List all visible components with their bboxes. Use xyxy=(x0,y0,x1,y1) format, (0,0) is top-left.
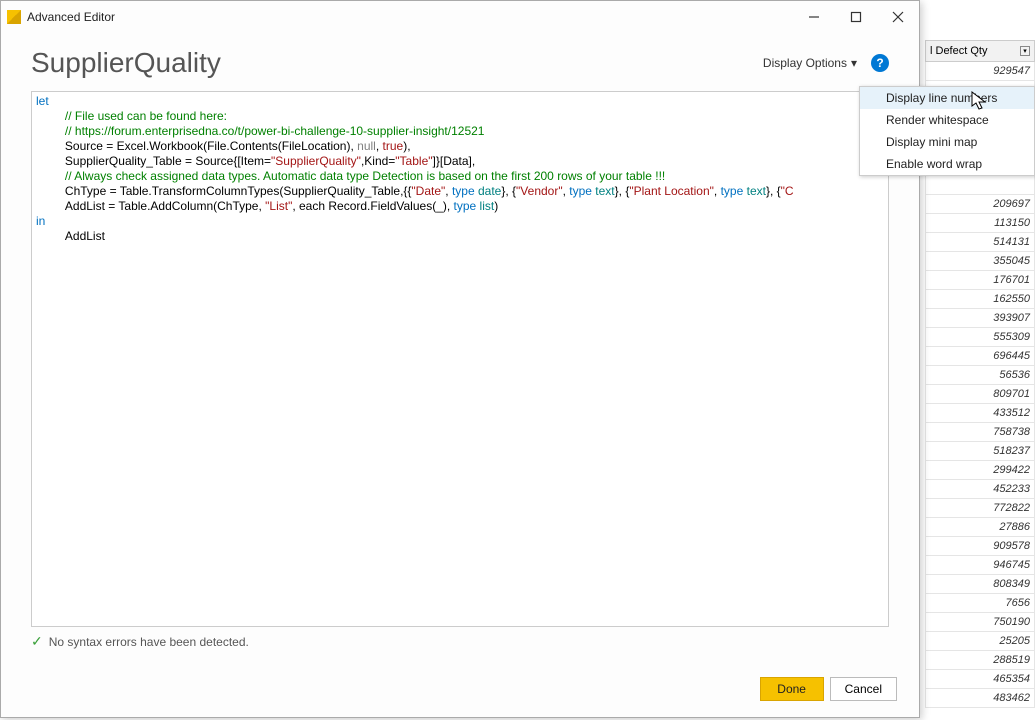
table-row[interactable]: 518237 xyxy=(925,442,1035,461)
editor-header: SupplierQuality Display Options ▾ ? xyxy=(1,33,919,85)
table-row[interactable]: 7656 xyxy=(925,594,1035,613)
table-row[interactable]: 27886 xyxy=(925,518,1035,537)
column-header-label: l Defect Qty xyxy=(930,45,987,57)
done-button[interactable]: Done xyxy=(760,677,824,701)
close-button[interactable] xyxy=(877,3,919,31)
display-options-label: Display Options xyxy=(763,56,847,70)
table-row[interactable]: 808349 xyxy=(925,575,1035,594)
table-row[interactable]: 555309 xyxy=(925,328,1035,347)
table-row[interactable]: 452233 xyxy=(925,480,1035,499)
table-row[interactable]: 483462 xyxy=(925,689,1035,708)
menu-display-mini-map[interactable]: Display mini map xyxy=(860,131,1034,153)
titlebar: Advanced Editor xyxy=(1,1,919,33)
table-row[interactable]: 514131 xyxy=(925,233,1035,252)
chevron-down-icon: ▾ xyxy=(851,56,857,70)
code-content: let // File used can be found here: // h… xyxy=(32,92,888,246)
dialog-footer: Done Cancel xyxy=(760,677,897,701)
window-title: Advanced Editor xyxy=(27,10,793,24)
table-row[interactable]: 433512 xyxy=(925,404,1035,423)
table-row[interactable]: 929547 xyxy=(925,62,1035,81)
table-row[interactable]: 56536 xyxy=(925,366,1035,385)
table-row[interactable]: 393907 xyxy=(925,309,1035,328)
menu-display-line-numbers[interactable]: Display line numbers xyxy=(860,87,1034,109)
query-name: SupplierQuality xyxy=(31,47,763,79)
table-row[interactable]: 162550 xyxy=(925,290,1035,309)
minimize-button[interactable] xyxy=(793,3,835,31)
column-header-defect-qty[interactable]: l Defect Qty ▾ xyxy=(925,40,1035,62)
table-row[interactable]: 355045 xyxy=(925,252,1035,271)
table-row[interactable]: 809701 xyxy=(925,385,1035,404)
advanced-editor-window: Advanced Editor SupplierQuality Display … xyxy=(0,0,920,718)
table-row[interactable]: 758738 xyxy=(925,423,1035,442)
code-editor[interactable]: let // File used can be found here: // h… xyxy=(31,91,889,627)
syntax-status: ✓ No syntax errors have been detected. xyxy=(31,633,889,650)
table-row[interactable]: 113150 xyxy=(925,214,1035,233)
maximize-button[interactable] xyxy=(835,3,877,31)
column-filter-icon[interactable]: ▾ xyxy=(1020,46,1030,56)
table-row[interactable]: 750190 xyxy=(925,613,1035,632)
table-row[interactable]: 25205 xyxy=(925,632,1035,651)
display-options-menu: Display line numbers Render whitespace D… xyxy=(859,86,1035,176)
status-text: No syntax errors have been detected. xyxy=(49,635,249,649)
cancel-button[interactable]: Cancel xyxy=(830,677,897,701)
table-row[interactable]: 909578 xyxy=(925,537,1035,556)
display-options-dropdown[interactable]: Display Options ▾ xyxy=(763,56,857,70)
table-row[interactable]: 696445 xyxy=(925,347,1035,366)
check-icon: ✓ xyxy=(31,633,43,650)
table-row[interactable]: 946745 xyxy=(925,556,1035,575)
menu-enable-word-wrap[interactable]: Enable word wrap xyxy=(860,153,1034,175)
table-row[interactable]: 209697 xyxy=(925,195,1035,214)
menu-render-whitespace[interactable]: Render whitespace xyxy=(860,109,1034,131)
table-row[interactable]: 288519 xyxy=(925,651,1035,670)
power-query-icon xyxy=(7,10,21,24)
help-icon[interactable]: ? xyxy=(871,54,889,72)
table-row[interactable] xyxy=(925,176,1035,195)
table-row[interactable]: 299422 xyxy=(925,461,1035,480)
table-row[interactable]: 772822 xyxy=(925,499,1035,518)
table-row[interactable]: 176701 xyxy=(925,271,1035,290)
table-row[interactable]: 465354 xyxy=(925,670,1035,689)
